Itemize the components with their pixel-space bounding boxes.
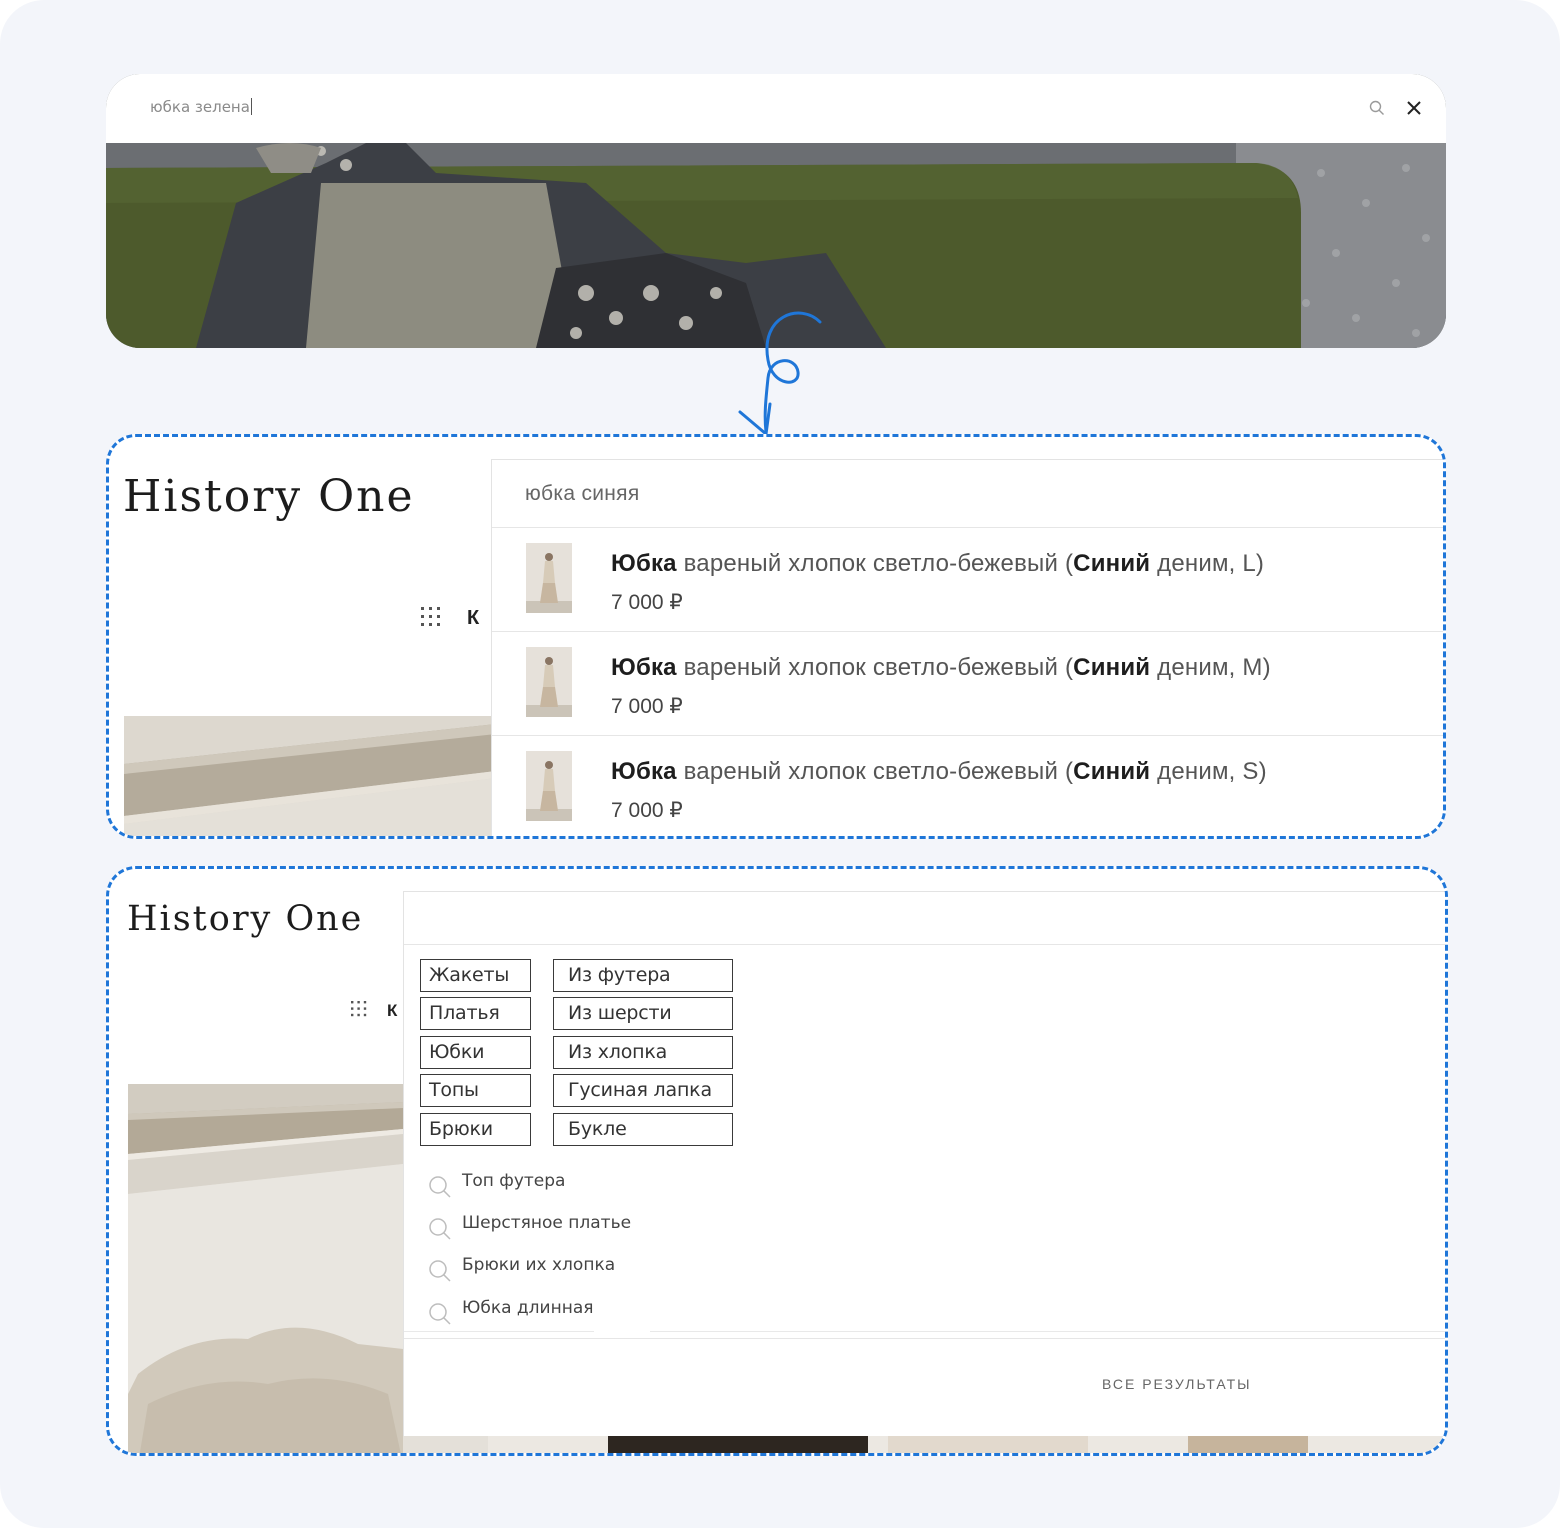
result-price: 7 000 ₽ — [611, 695, 683, 718]
search-dropdown: юбка синяя Юбка вареный хлопок светло-бе… — [491, 459, 1443, 836]
category-chip[interactable]: Брюки — [420, 1113, 531, 1146]
brand-logo[interactable]: History One — [127, 899, 363, 939]
result-title: Юбка вареный хлопок светло-бежевый (Сини… — [611, 550, 1265, 577]
product-thumbnail — [526, 647, 572, 717]
category-chip[interactable]: Платья — [420, 997, 531, 1030]
divider — [650, 1331, 1445, 1332]
close-icon[interactable] — [1404, 98, 1424, 118]
all-results-link[interactable]: ВСЕ РЕЗУЛЬТАТЫ — [1102, 1376, 1252, 1392]
search-input[interactable] — [404, 892, 1445, 945]
canvas: юбка зелена History One К юбка синяя Юбк… — [0, 0, 1560, 1528]
filter-chip[interactable]: Из хлопка — [553, 1036, 733, 1069]
search-icon — [429, 1176, 451, 1198]
results-example-frame: History One К юбка синяя Юбка вареный хл… — [106, 434, 1446, 839]
filter-chip[interactable]: Букле — [553, 1113, 733, 1146]
filter-chip[interactable]: Из шерсти — [553, 997, 733, 1030]
search-result-item[interactable]: Юбка вареный хлопок светло-бежевый (Сини… — [492, 736, 1443, 836]
brand-logo[interactable]: History One — [123, 471, 415, 522]
grid-icon[interactable] — [351, 1001, 367, 1017]
search-result-item[interactable]: Юбка вареный хлопок светло-бежевый (Сини… — [492, 632, 1443, 736]
top-search-panel: юбка зелена — [106, 74, 1446, 348]
banner-photo — [124, 716, 496, 836]
suggestions-example-frame: History One К Жакеты Платья Юбки Топы Бр… — [106, 866, 1448, 1456]
search-icon — [429, 1303, 451, 1325]
top-search-input[interactable]: юбка зелена — [150, 98, 252, 116]
flow-arrow-icon — [738, 311, 822, 436]
product-thumbnail — [526, 751, 572, 821]
category-chip[interactable]: Юбки — [420, 1036, 531, 1069]
filter-chip[interactable]: Гусиная лапка — [553, 1074, 733, 1107]
search-result-item[interactable]: Юбка вареный хлопок светло-бежевый (Сини… — [492, 528, 1443, 632]
result-price: 7 000 ₽ — [611, 799, 683, 822]
divider — [404, 1331, 594, 1332]
catalog-menu-label[interactable]: К — [387, 1001, 398, 1021]
result-title: Юбка вареный хлопок светло-бежевый (Сини… — [611, 654, 1271, 681]
category-chip[interactable]: Жакеты — [420, 959, 531, 992]
divider — [404, 1338, 1445, 1339]
search-dropdown: Жакеты Платья Юбки Топы Брюки Из футера … — [403, 891, 1445, 1436]
search-icon[interactable] — [1369, 100, 1385, 116]
grid-icon[interactable] — [421, 607, 441, 627]
search-input[interactable]: юбка синяя — [492, 460, 1443, 528]
top-search-bar[interactable]: юбка зелена — [106, 74, 1446, 143]
category-chip[interactable]: Топы — [420, 1074, 531, 1107]
result-price: 7 000 ₽ — [611, 591, 683, 614]
result-title: Юбка вареный хлопок светло-бежевый (Сини… — [611, 758, 1267, 785]
search-icon — [429, 1218, 451, 1240]
filter-chip[interactable]: Из футера — [553, 959, 733, 992]
search-icon — [429, 1260, 451, 1282]
catalog-menu-label[interactable]: К — [467, 607, 480, 630]
product-thumbnail — [526, 543, 572, 613]
